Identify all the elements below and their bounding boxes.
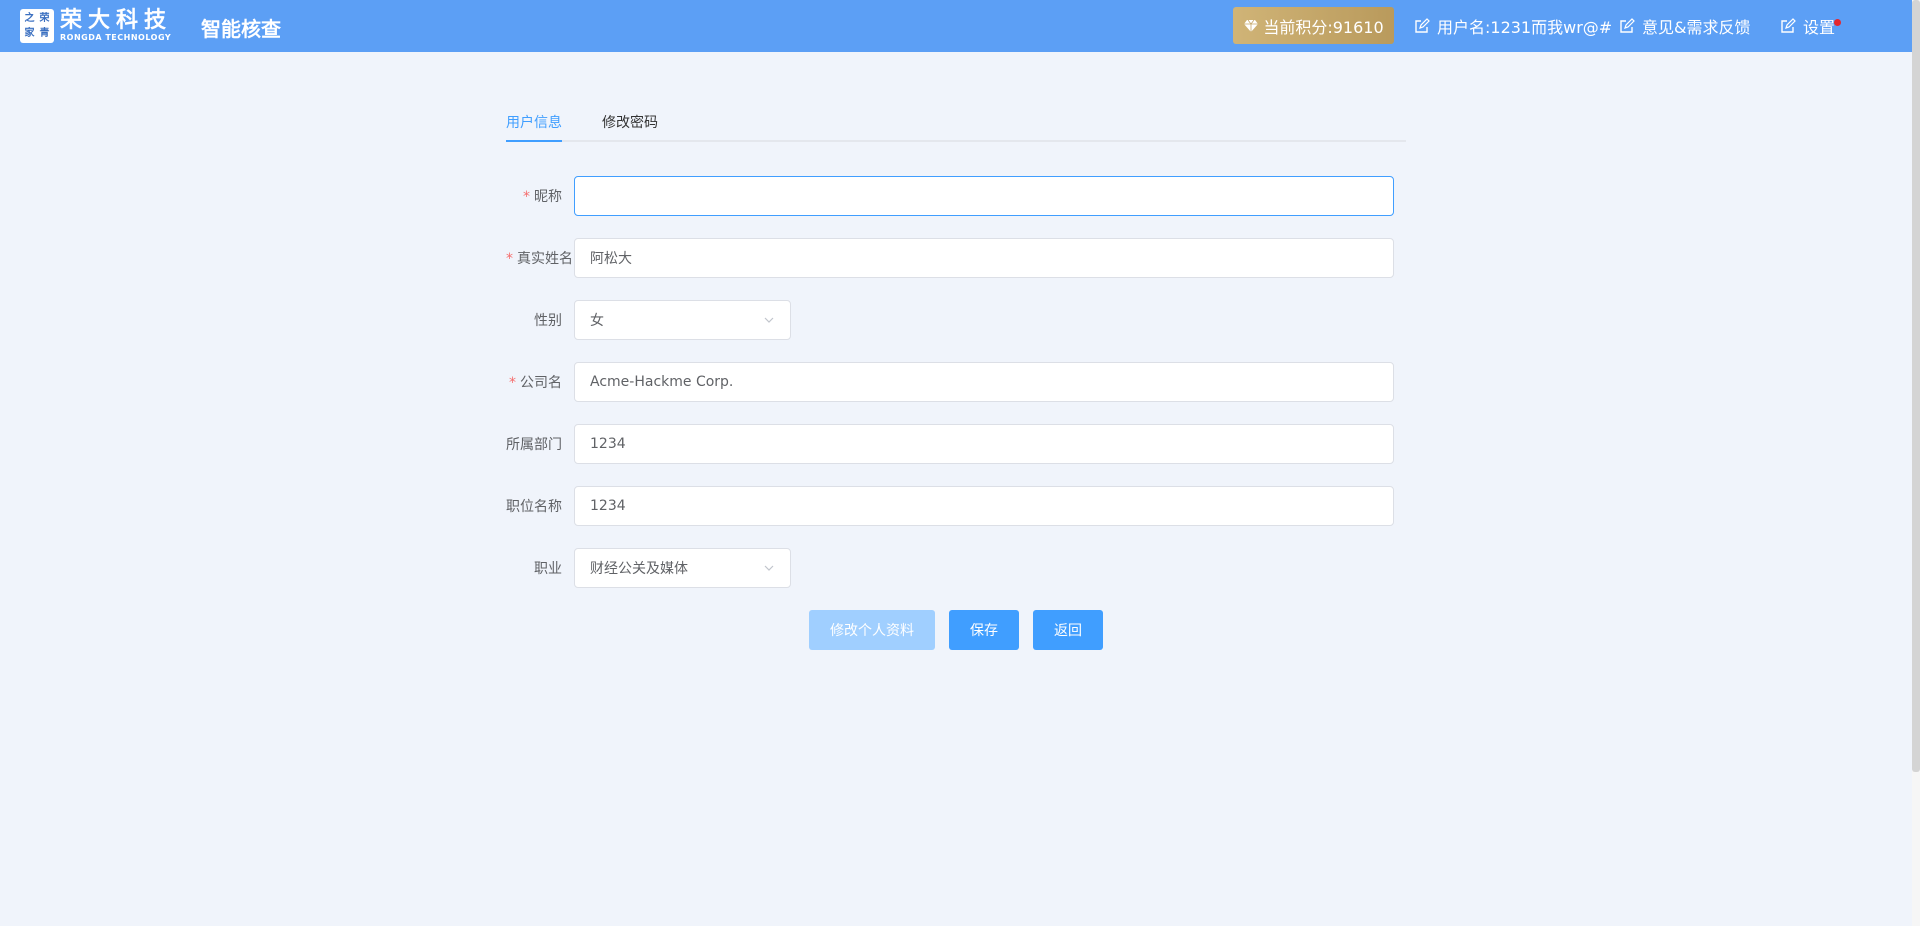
required-mark: * <box>506 251 513 267</box>
logo-badge: 之 荣 家 青 <box>20 9 54 43</box>
form-row-occupation: 职业 财经公关及媒体 <box>506 548 791 588</box>
department-label: 所属部门 <box>506 437 562 453</box>
points-label: 当前积分:91610 <box>1263 17 1384 37</box>
edit-profile-button[interactable]: 修改个人资料 <box>809 610 935 650</box>
logo-chinese-name: 荣大科技 <box>60 8 173 33</box>
position-label: 职位名称 <box>506 499 562 515</box>
points-badge[interactable]: 当前积分:91610 <box>1233 7 1394 44</box>
form-row-department: 所属部门 1234 <box>506 424 1394 464</box>
position-input[interactable]: 1234 <box>574 486 1394 526</box>
notification-dot <box>1834 19 1842 26</box>
settings-label-wrap: 设置 <box>1803 14 1842 38</box>
chevron-down-icon <box>764 317 774 323</box>
department-input[interactable]: 1234 <box>574 424 1394 464</box>
occupation-value: 财经公关及媒体 <box>590 561 688 577</box>
tab-active-indicator <box>506 140 562 142</box>
diamond-icon <box>1244 19 1259 32</box>
tab-user-info[interactable]: 用户信息 <box>506 112 562 132</box>
nickname-label: * 昵称 <box>523 189 562 205</box>
settings-label: 设置 <box>1803 18 1836 37</box>
username-menu[interactable]: 用户名:1231而我wr@# <box>1414 14 1612 38</box>
top-bar: 之 荣 家 青 荣大科技 RONGDA TECHNOLOGY 智能核查 当前积分… <box>0 0 1912 52</box>
real-name-input[interactable]: 阿松大 <box>574 238 1394 278</box>
profile-tabs: 用户信息 修改密码 <box>506 108 1406 142</box>
required-mark: * <box>509 375 516 391</box>
gender-select[interactable]: 女 <box>574 300 791 340</box>
chevron-down-icon <box>764 565 774 571</box>
gender-label: 性别 <box>534 313 562 329</box>
nickname-input[interactable] <box>574 176 1394 216</box>
company-label: * 公司名 <box>509 375 562 391</box>
occupation-label: 职业 <box>534 561 562 577</box>
back-button[interactable]: 返回 <box>1033 610 1103 650</box>
form-row-position: 职位名称 1234 <box>506 486 1394 526</box>
form-row-nickname: * 昵称 <box>506 176 1394 216</box>
logo-text: 荣大科技 RONGDA TECHNOLOGY <box>60 9 172 43</box>
scrollbar-thumb[interactable] <box>1912 0 1920 772</box>
form-row-company: * 公司名 Acme-Hackme Corp. <box>506 362 1394 402</box>
form-row-gender: 性别 女 <box>506 300 791 340</box>
form-row-real-name: * 真实姓名 阿松大 <box>506 238 1394 278</box>
scrollbar-track[interactable] <box>1912 0 1920 926</box>
feedback-label: 意见&需求反馈 <box>1642 18 1751 37</box>
company-input[interactable]: Acme-Hackme Corp. <box>574 362 1394 402</box>
gender-value: 女 <box>590 313 604 329</box>
required-mark: * <box>523 189 530 205</box>
edit-icon <box>1415 18 1430 33</box>
tab-change-password[interactable]: 修改密码 <box>602 112 658 132</box>
settings-link[interactable]: 设置 <box>1780 14 1842 38</box>
username-label: 用户名:1231而我wr@# <box>1437 18 1613 37</box>
occupation-select[interactable]: 财经公关及媒体 <box>574 548 791 588</box>
company-logo[interactable]: 之 荣 家 青 荣大科技 RONGDA TECHNOLOGY <box>20 9 172 43</box>
edit-icon <box>1781 18 1796 33</box>
feedback-link[interactable]: 意见&需求反馈 <box>1619 14 1750 38</box>
save-button[interactable]: 保存 <box>949 610 1019 650</box>
app-title: 智能核查 <box>201 17 281 41</box>
edit-icon <box>1620 18 1635 33</box>
real-name-label: * 真实姓名 <box>506 251 573 267</box>
logo-english-name: RONGDA TECHNOLOGY <box>60 33 172 42</box>
